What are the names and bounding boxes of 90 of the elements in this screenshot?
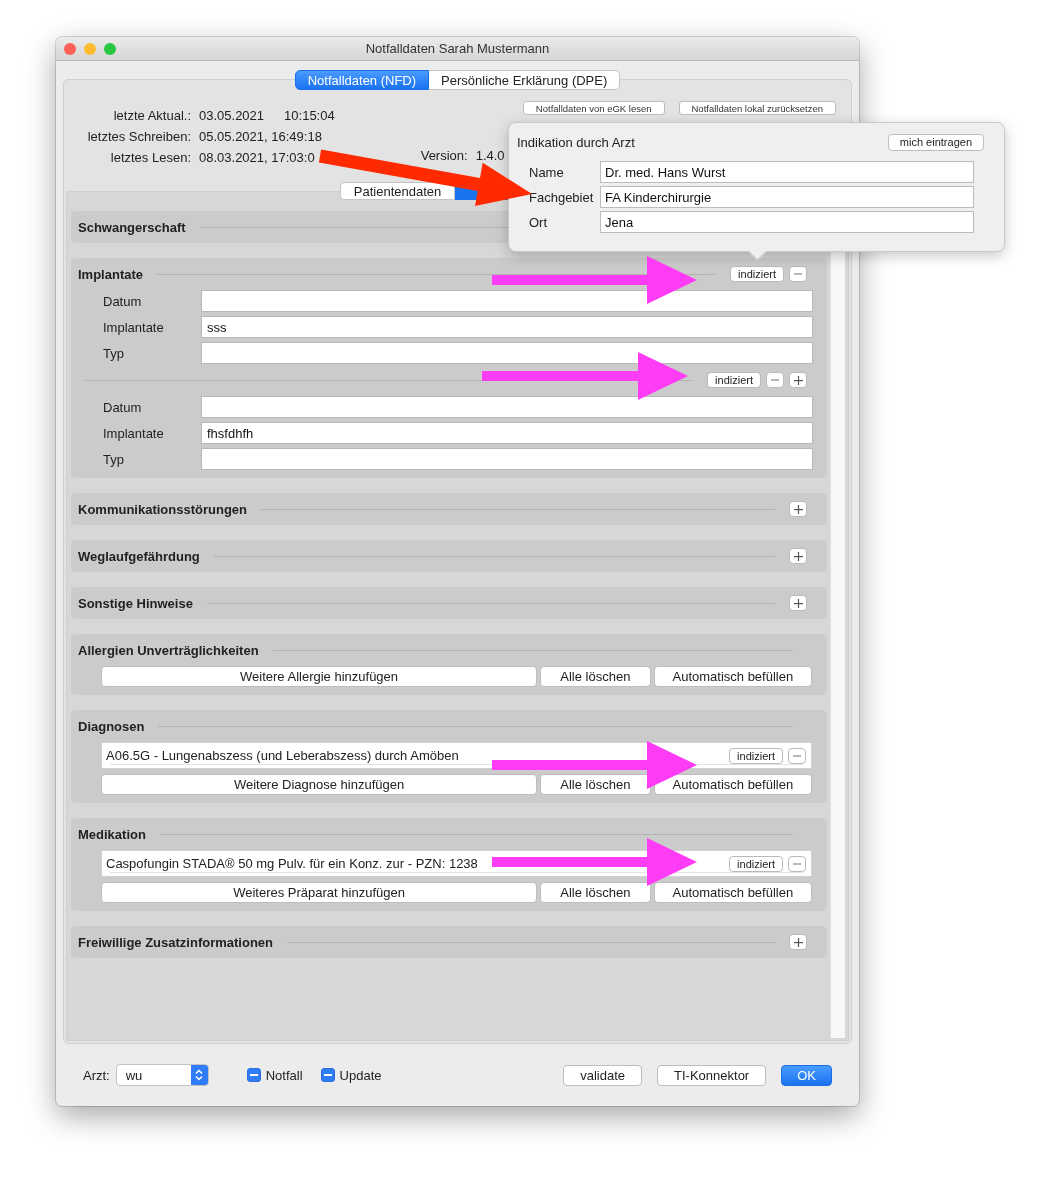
tab[interactable]: Notfalldaten (NFD) [294,70,430,90]
remove-button[interactable] [788,747,806,764]
text-field[interactable]: Jena [600,211,974,233]
minimize-icon[interactable] [84,42,96,55]
field-label: Datum [102,399,143,415]
indicate-button[interactable]: indiziert [707,372,761,388]
minus-icon [793,754,801,757]
minus-icon [793,862,801,865]
checkbox[interactable] [320,1068,335,1082]
section-title: Kommunikationsstörungen [78,501,247,517]
header-button[interactable]: Notfalldaten von eGK lesen [522,101,665,115]
dialog-button[interactable]: TI-Konnektor [657,1064,767,1086]
window-title: Notfalldaten Sarah Mustermann [365,41,550,56]
minus-icon [771,379,779,381]
section-title: Weglaufgefährdung [78,548,200,564]
plus-icon [793,598,803,608]
info-value: 10:15:04 [284,108,335,123]
doctor-select[interactable]: wu [115,1064,209,1086]
version-value: 1.4.0 [475,148,505,163]
zoom-icon[interactable] [104,42,116,55]
popover-title: Indikation durch Arzt [517,134,635,150]
plus-icon [793,937,803,947]
entry-text: A06.5G - Lungenabszess (und Leberabszess) durch Amöben [106,748,460,763]
section-title: Schwangerschaft [78,219,186,235]
add-button[interactable] [789,934,807,950]
field-label: Typ [102,345,125,361]
field-label: Ort [528,214,549,230]
field-label: Implantate [102,319,165,335]
fill-button[interactable]: mich eintragen [887,133,984,151]
plus-icon [793,504,803,514]
minus-icon [794,273,802,275]
checkbox-label: Notfall [265,1067,303,1083]
text-field[interactable] [201,290,813,312]
action-button[interactable]: Alle löschen [540,774,651,795]
action-button[interactable]: Alle löschen [540,666,651,687]
stepper-icon [195,1069,204,1081]
header-button[interactable]: Notfalldaten lokal zurücksetzen [678,101,836,115]
text-field[interactable]: Dr. med. Hans Wurst [600,161,974,183]
dialog-button[interactable]: validate [563,1064,643,1086]
action-button[interactable]: Weitere Diagnose hinzufügen [101,774,538,795]
action-button[interactable]: Weiteres Präparat hinzufügen [101,882,538,903]
section-title: Sonstige Hinweise [78,595,193,611]
checkbox-label: Update [339,1067,382,1083]
segment[interactable]: Patientendaten [339,182,456,200]
action-button[interactable]: Weitere Allergie hinzufügen [101,666,538,687]
section-title: Allergien Unverträglichkeiten [78,642,259,658]
checkbox[interactable] [246,1068,261,1082]
text-field[interactable] [201,396,813,418]
close-icon[interactable] [64,42,76,55]
remove-button[interactable] [766,372,784,388]
section-title: Medikation [78,826,146,842]
text-field[interactable]: sss [201,316,813,338]
doctor-label: Arzt: [83,1067,110,1083]
info-value: 05.05.2021, 16:49:18 [199,129,322,144]
indicate-button[interactable]: indiziert [730,266,784,282]
version-label: Version: [420,148,468,163]
text-field[interactable] [201,342,813,364]
text-field[interactable]: FA Kinderchirurgie [600,186,974,208]
info-label: letzte Aktual.: [112,108,191,123]
add-button[interactable] [789,548,807,564]
field-label: Typ [102,451,125,467]
tab[interactable]: Persönliche Erklärung (DPE) [429,70,621,90]
text-field[interactable]: fhsfdhfh [201,422,813,444]
section-title: Implantate [78,266,143,282]
remove-button[interactable] [789,266,807,282]
indicate-button[interactable]: indiziert [729,855,783,872]
section-title: Diagnosen [78,718,145,734]
info-value: 08.03.2021, 17:03:0 [199,150,315,165]
action-button[interactable]: Alle löschen [540,882,651,903]
plus-icon [793,551,803,561]
plus-icon [793,375,803,385]
add-button[interactable] [789,595,807,611]
info-label: letztes Schreiben: [86,129,191,144]
dialog-button[interactable]: OK [781,1064,832,1086]
field-label: Datum [102,293,143,309]
add-button[interactable] [789,501,807,517]
indicate-button[interactable]: indiziert [729,747,783,764]
action-button[interactable]: Automatisch befüllen [653,666,812,687]
remove-button[interactable] [788,855,806,872]
field-label: Implantate [102,425,165,441]
entry-text: Caspofungin STADA® 50 mg Pulv. für ein Konz. zur - PZN: 1238 [106,856,479,871]
section-title: Freiwillige Zusatzinformationen [78,934,274,950]
info-label: letztes Lesen: [109,150,191,165]
field-label: Name [528,164,565,180]
action-button[interactable]: Automatisch befüllen [653,882,812,903]
info-value: 03.05.2021 [199,108,265,123]
add-button[interactable] [789,372,807,388]
action-button[interactable]: Automatisch befüllen [653,774,812,795]
text-field[interactable] [201,448,813,470]
field-label: Fachgebiet [528,189,595,205]
